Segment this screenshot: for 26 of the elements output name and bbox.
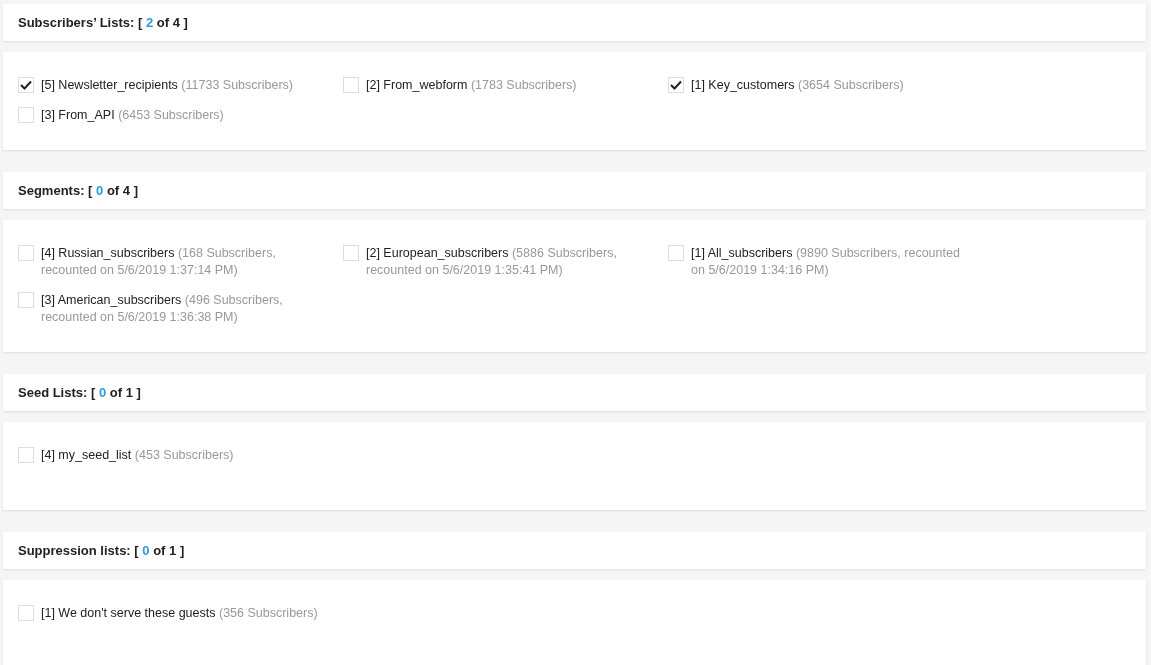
list-label: [1] All_subscribers (9890 Subscribers, recounted on 5/6/2019 1:34:16 PM)	[691, 245, 961, 279]
checkbox[interactable]	[668, 77, 684, 93]
checkbox[interactable]	[343, 245, 359, 261]
list-label: [3] From_API (6453 Subscribers)	[41, 107, 224, 124]
section-title: Seed Lists: [ 0 of 1 ]	[18, 385, 141, 400]
list-label: [4] Russian_subscribers (168 Subscribers, recounted on 5/6/2019 1:37:14 PM)	[41, 245, 277, 279]
list-label: [2] European_subscribers (5886 Subscribers, recounted on 5/6/2019 1:35:41 PM)	[366, 245, 618, 279]
list-label: [1] We don't serve these guests (356 Subscribers)	[41, 605, 318, 622]
checkbox[interactable]	[18, 292, 34, 308]
list-label: [3] American_subscribers (496 Subscribers, recounted on 5/6/2019 1:36:38 PM)	[41, 292, 284, 326]
list-label: [2] From_webform (1783 Subscribers)	[366, 77, 577, 94]
list-label: [1] Key_customers (3654 Subscribers)	[691, 77, 904, 94]
section-title: Suppression lists: [ 0 of 1 ]	[18, 543, 185, 558]
checkbox[interactable]	[668, 245, 684, 261]
checkbox[interactable]	[18, 605, 34, 621]
list-label: [5] Newsletter_recipients (11733 Subscribers)	[41, 77, 293, 94]
section-title: Subscribers’ Lists: [ 2 of 4 ]	[18, 15, 188, 30]
checkbox[interactable]	[18, 245, 34, 261]
checkbox[interactable]	[18, 447, 34, 463]
checkbox[interactable]	[18, 77, 34, 93]
section-title: Segments: [ 0 of 4 ]	[18, 183, 138, 198]
check-icon	[670, 80, 682, 90]
checkbox[interactable]	[343, 77, 359, 93]
check-icon	[20, 80, 32, 90]
checkbox[interactable]	[18, 107, 34, 123]
list-label: [4] my_seed_list (453 Subscribers)	[41, 447, 234, 464]
